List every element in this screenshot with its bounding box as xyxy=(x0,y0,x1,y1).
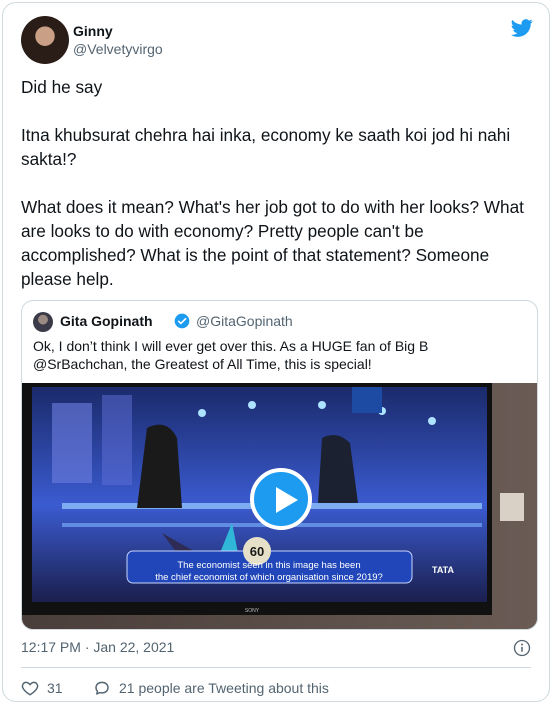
quoted-tweet-text: Ok, I don’t think I will ever get over t… xyxy=(33,338,429,372)
twitter-bird-icon[interactable] xyxy=(509,17,535,39)
lifeline-number: 60 xyxy=(250,544,264,559)
conversation-button[interactable]: 21 people are Tweeting about this xyxy=(93,679,329,697)
verified-badge-icon xyxy=(174,313,190,329)
like-button[interactable]: 31 xyxy=(21,679,63,697)
conversation-text: 21 people are Tweeting about this xyxy=(119,680,329,696)
heart-icon xyxy=(21,681,39,696)
question-line-2: the chief economist of which organisatio… xyxy=(155,572,383,583)
author-avatar[interactable] xyxy=(21,16,69,64)
quoted-author-name[interactable]: Gita Gopinath xyxy=(60,313,153,329)
brand-logo: TATA xyxy=(432,565,454,575)
quoted-author-avatar[interactable] xyxy=(33,312,53,332)
divider xyxy=(21,667,531,668)
play-button[interactable] xyxy=(250,468,312,530)
tweet-timestamp[interactable]: 12:17 PM · Jan 22, 2021 xyxy=(21,639,174,655)
like-count: 31 xyxy=(47,680,63,696)
tweet-paragraph: Did he say xyxy=(21,77,103,97)
quoted-tweet[interactable]: Gita Gopinath @GitaGopinath Ok, I don’t … xyxy=(21,300,538,630)
author-name[interactable]: Ginny xyxy=(73,23,113,39)
question-line-1: The economist seen in this image has bee… xyxy=(177,560,360,571)
info-icon[interactable] xyxy=(513,639,531,657)
tweet-paragraph: What does it mean? What's her job got to… xyxy=(21,197,524,289)
quoted-author-handle[interactable]: @GitaGopinath xyxy=(196,313,293,329)
tweet-card: Ginny @Velvetyvirgo Did he say Itna khub… xyxy=(2,2,550,702)
reply-bubble-icon xyxy=(95,681,109,695)
tweet-paragraph: Itna khubsurat chehra hai inka, economy … xyxy=(21,125,511,169)
tweet-text: Did he say Itna khubsurat chehra hai ink… xyxy=(21,75,537,291)
tv-brand-logo: SONY xyxy=(245,608,260,614)
author-handle[interactable]: @Velvetyvirgo xyxy=(73,41,163,57)
quoted-video[interactable]: 60 The economist seen in this image has … xyxy=(22,383,537,629)
